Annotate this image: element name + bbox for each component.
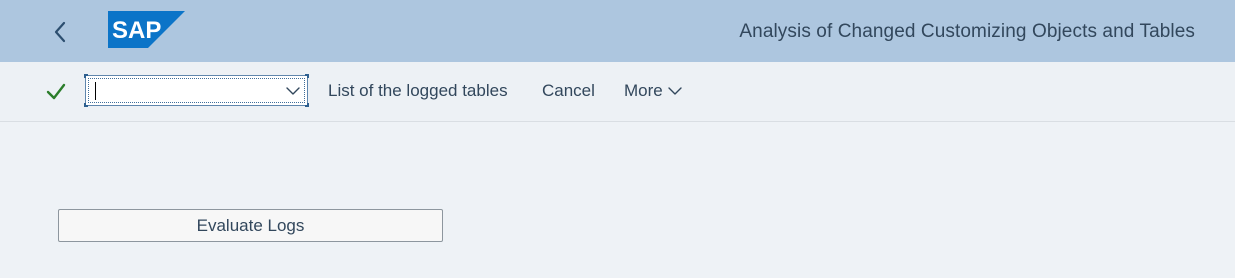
focus-corner: [84, 103, 88, 107]
focus-corner: [305, 103, 309, 107]
logo-text: SAP: [112, 17, 161, 44]
more-button[interactable]: More: [624, 81, 683, 101]
chevron-down-icon[interactable]: [285, 83, 301, 99]
application-toolbar: List of the logged tables Cancel More: [0, 62, 1235, 122]
sap-logo: SAP: [108, 11, 185, 48]
text-caret: [95, 82, 96, 100]
chevron-left-icon: [54, 21, 66, 43]
back-button[interactable]: [44, 16, 76, 48]
focus-corner: [84, 74, 88, 78]
enter-button[interactable]: [42, 78, 70, 106]
shell-header: SAP Analysis of Changed Customizing Obje…: [0, 0, 1235, 62]
logged-tables-button[interactable]: List of the logged tables: [328, 81, 508, 101]
evaluate-logs-button[interactable]: Evaluate Logs: [58, 209, 443, 242]
checkmark-icon: [46, 83, 66, 100]
focus-corner: [305, 74, 309, 78]
command-field[interactable]: [84, 74, 309, 107]
main-content: Evaluate Logs: [0, 123, 1235, 278]
more-button-label: More: [624, 81, 663, 100]
cancel-button[interactable]: Cancel: [542, 81, 595, 101]
page-title: Analysis of Changed Customizing Objects …: [739, 21, 1195, 42]
chevron-down-icon: [668, 87, 682, 95]
